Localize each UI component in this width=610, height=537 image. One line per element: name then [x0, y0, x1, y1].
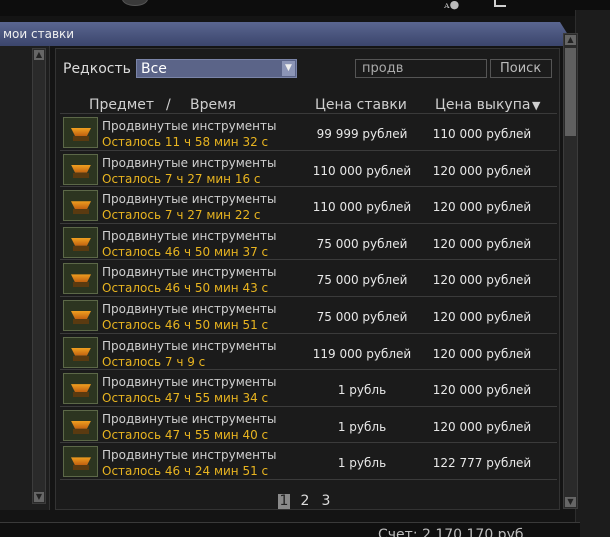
toolbox-icon[interactable]: [63, 446, 98, 478]
item-name: Продвинутые инструменты: [102, 375, 277, 390]
sort-desc-icon[interactable]: ▼: [532, 99, 540, 112]
right-scrollbar[interactable]: ▲ ▼: [563, 33, 578, 509]
item-bid-price: 1 рубль: [337, 383, 387, 398]
item-bid-price: 75 000 рублей: [316, 309, 408, 324]
item-time-left: Осталось 46 ч 50 мин 51 с: [102, 317, 269, 332]
item-buyout-price: 120 000 рублей: [432, 163, 532, 178]
item-buyout-price: 110 000 рублей: [432, 127, 532, 141]
minimize-icon[interactable]: [494, 0, 506, 7]
toolbox-icon[interactable]: [63, 190, 98, 222]
left-scrollbar[interactable]: ▲ ▼: [32, 48, 46, 504]
item-buyout-price: 120 000 рублей: [432, 309, 532, 324]
language-icon[interactable]: ꭺ●: [444, 0, 459, 12]
item-bid-price: 119 000 рублей: [312, 346, 412, 361]
scrollbar-thumb[interactable]: [565, 48, 576, 136]
toolbox-icon[interactable]: [63, 153, 98, 185]
tab-my-bids[interactable]: мои ставки: [3, 27, 74, 41]
table-row[interactable]: Продвинутые инструменты Осталось 46 ч 50…: [60, 224, 557, 261]
item-time-left: Осталось 7 ч 27 мин 22 с: [102, 208, 261, 223]
arrow-up-icon[interactable]: ▲: [34, 50, 44, 60]
item-bid-price: 75 000 рублей: [316, 273, 408, 288]
table-row[interactable]: Продвинутые инструменты Осталось 7 ч 9 с…: [60, 334, 557, 371]
orb-icon[interactable]: [122, 0, 148, 6]
right-frame: [575, 10, 610, 537]
column-buyout[interactable]: Цена выкупа: [435, 97, 530, 113]
item-name: Продвинутые инструменты: [102, 228, 277, 243]
item-buyout-price: 120 000 рублей: [432, 419, 532, 434]
item-name: Продвинутые инструменты: [102, 192, 277, 207]
page-3[interactable]: 3: [320, 494, 332, 509]
item-buyout-price: 120 000 рублей: [432, 346, 532, 361]
top-bar: ꭺ●: [0, 0, 610, 16]
arrow-down-icon[interactable]: ▼: [565, 497, 576, 507]
table-row[interactable]: Продвинутые инструменты Осталось 11 ч 58…: [60, 114, 557, 151]
item-name: Продвинутые инструменты: [102, 119, 277, 133]
toolbox-icon[interactable]: [63, 336, 98, 368]
search-input[interactable]: [355, 59, 487, 78]
item-buyout-price: 120 000 рублей: [432, 236, 532, 251]
toolbox-icon[interactable]: [63, 226, 98, 258]
toolbox-icon[interactable]: [63, 299, 98, 331]
item-buyout-price: 120 000 рублей: [432, 200, 532, 215]
toolbox-icon[interactable]: [63, 409, 98, 441]
item-time-left: Осталось 46 ч 50 мин 37 с: [102, 244, 269, 259]
item-name: Продвинутые инструменты: [102, 301, 277, 316]
toolbox-icon[interactable]: [63, 117, 98, 148]
item-buyout-price: 122 777 рублей: [432, 456, 532, 471]
search-button[interactable]: Поиск: [490, 59, 552, 78]
item-bid-price: 1 рубль: [337, 456, 387, 471]
table-row[interactable]: Продвинутые инструменты Осталось 46 ч 24…: [60, 443, 557, 480]
column-time[interactable]: Время: [190, 97, 236, 113]
column-separator: /: [166, 97, 171, 113]
balance-text: Счет: 2 170 170 руб.: [378, 527, 528, 537]
item-buyout-price: 120 000 рублей: [432, 273, 532, 288]
pagination: 123: [278, 493, 341, 509]
item-name: Продвинутые инструменты: [102, 411, 277, 426]
rarity-label: Редкость: [63, 61, 131, 77]
item-time-left: Осталось 47 ч 55 мин 34 с: [102, 391, 269, 406]
item-buyout-price: 120 000 рублей: [432, 383, 532, 398]
item-time-left: Осталось 11 ч 58 мин 32 с: [102, 135, 269, 149]
item-name: Продвинутые инструменты: [102, 338, 277, 353]
arrow-down-icon[interactable]: ▼: [34, 492, 44, 502]
item-time-left: Осталось 46 ч 50 мин 43 с: [102, 281, 269, 296]
table-row[interactable]: Продвинутые инструменты Осталось 47 ч 55…: [60, 407, 557, 444]
table-row[interactable]: Продвинутые инструменты Осталось 46 ч 50…: [60, 297, 557, 334]
item-bid-price: 1 рубль: [337, 419, 387, 434]
item-bid-price: 99 999 рублей: [316, 127, 408, 141]
arrow-up-icon[interactable]: ▲: [565, 35, 576, 45]
item-time-left: Осталось 47 ч 55 мин 40 с: [102, 427, 269, 442]
table-row[interactable]: Продвинутые инструменты Осталось 46 ч 50…: [60, 260, 557, 297]
item-time-left: Осталось 46 ч 24 мин 51 с: [102, 464, 269, 479]
item-bid-price: 110 000 рублей: [312, 200, 412, 215]
page-1[interactable]: 1: [278, 494, 290, 509]
table-row[interactable]: Продвинутые инструменты Осталось 7 ч 27 …: [60, 187, 557, 224]
item-name: Продвинутые инструменты: [102, 265, 277, 280]
toolbox-icon[interactable]: [63, 373, 98, 405]
item-time-left: Осталось 7 ч 9 с: [102, 354, 206, 369]
item-time-left: Осталось 7 ч 27 мин 16 с: [102, 171, 261, 186]
bids-table: Продвинутые инструменты Осталось 11 ч 58…: [60, 114, 557, 480]
tab-strip[interactable]: [0, 22, 575, 46]
item-name: Продвинутые инструменты: [102, 448, 277, 463]
chevron-down-icon[interactable]: ▼: [282, 61, 295, 76]
rarity-select[interactable]: Все ▼: [136, 59, 297, 78]
item-name: Продвинутые инструменты: [102, 155, 277, 170]
column-bid[interactable]: Цена ставки: [315, 97, 407, 113]
toolbox-icon[interactable]: [63, 263, 98, 295]
table-row[interactable]: Продвинутые инструменты Осталось 47 ч 55…: [60, 370, 557, 407]
page-2[interactable]: 2: [299, 494, 311, 509]
rarity-selected-value: Все: [141, 61, 167, 77]
item-bid-price: 110 000 рублей: [312, 163, 412, 178]
item-bid-price: 75 000 рублей: [316, 236, 408, 251]
table-row[interactable]: Продвинутые инструменты Осталось 7 ч 27 …: [60, 151, 557, 188]
column-item[interactable]: Предмет: [89, 97, 154, 113]
